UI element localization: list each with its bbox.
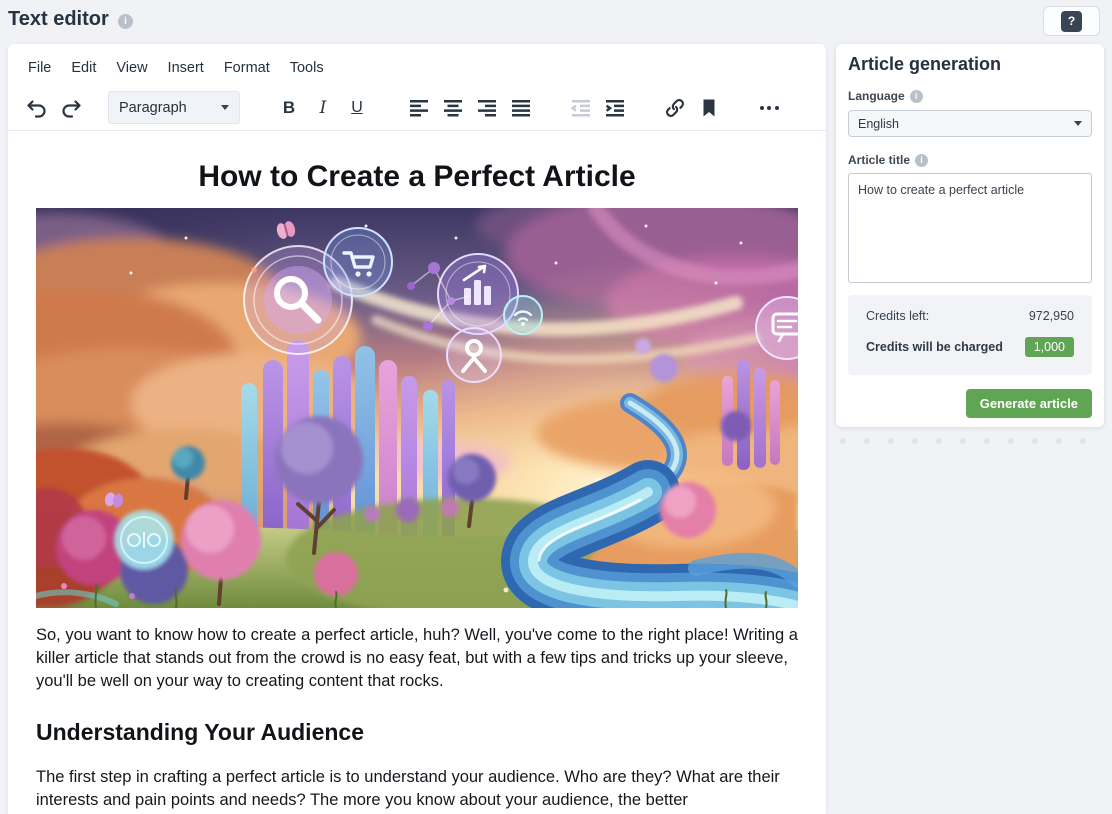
top-bar: Text editor i ? [0,0,1112,44]
underline-button[interactable]: U [340,91,374,125]
undo-button[interactable] [20,91,54,125]
menu-view[interactable]: View [106,56,157,80]
language-select[interactable]: English [848,110,1092,137]
menu-edit[interactable]: Edit [61,56,106,80]
help-button[interactable]: ? [1043,6,1100,36]
menu-insert[interactable]: Insert [158,56,214,80]
hero-image[interactable] [36,208,798,608]
panel-title: Article generation [848,54,1001,75]
ellipsis-icon [760,106,779,110]
text-editor-panel: File Edit View Insert Format Tools Parag… [8,44,826,814]
credits-charged-row: Credits will be charged 1,000 [866,337,1074,357]
document-content[interactable]: How to Create a Perfect Article [8,131,826,812]
indent-icon [603,96,627,120]
italic-button[interactable]: I [306,91,340,125]
info-icon[interactable]: i [910,90,923,103]
indent-button[interactable] [598,91,632,125]
block-format-value: Paragraph [119,100,187,116]
credits-box: Credits left: 972,950 Credits will be ch… [848,295,1092,375]
undo-arrow-icon [25,96,49,120]
align-left-button[interactable] [402,91,436,125]
align-left-icon [407,96,431,120]
chevron-down-icon [1074,121,1082,126]
language-value: English [858,117,899,131]
align-right-icon [475,96,499,120]
document-paragraph-audience[interactable]: The first step in crafting a perfect art… [36,766,798,812]
page-title: Text editor [8,8,109,31]
document-paragraph-intro[interactable]: So, you want to know how to create a per… [36,624,798,692]
menu-file[interactable]: File [18,56,61,80]
justify-icon [509,96,533,120]
document-heading-audience[interactable]: Understanding Your Audience [36,719,798,746]
align-center-icon [441,96,465,120]
justify-button[interactable] [504,91,538,125]
chevron-down-icon [221,105,229,110]
background-dot-pattern [838,436,1102,446]
credits-charged-label: Credits will be charged [866,340,1003,354]
editor-toolbar: Paragraph B I U [8,85,826,131]
menu-tools[interactable]: Tools [280,56,334,80]
redo-button[interactable] [54,91,88,125]
bookmark-button[interactable] [692,91,726,125]
credits-left-row: Credits left: 972,950 [866,309,1074,323]
info-icon[interactable]: i [915,154,928,167]
outdent-button[interactable] [564,91,598,125]
block-format-select[interactable]: Paragraph [108,91,240,124]
link-chain-icon [663,96,687,120]
redo-arrow-icon [59,96,83,120]
language-label: Language i [848,89,923,103]
credits-left-value: 972,950 [1029,309,1074,323]
link-button[interactable] [658,91,692,125]
info-icon[interactable]: i [118,14,133,29]
credits-charged-badge: 1,000 [1025,337,1074,357]
article-title-input[interactable]: How to create a perfect article [848,173,1092,283]
more-options-button[interactable] [752,91,786,125]
generate-article-button[interactable]: Generate article [966,389,1092,418]
editor-menubar: File Edit View Insert Format Tools [8,50,826,85]
article-generation-panel: Article generation Language i English Ar… [836,44,1104,427]
bookmark-icon [697,96,721,120]
question-mark-icon: ? [1061,11,1082,32]
credits-left-label: Credits left: [866,309,929,323]
outdent-icon [569,96,593,120]
align-right-button[interactable] [470,91,504,125]
bold-button[interactable]: B [272,91,306,125]
align-center-button[interactable] [436,91,470,125]
document-title[interactable]: How to Create a Perfect Article [36,157,798,196]
article-title-label: Article title i [848,153,928,167]
menu-format[interactable]: Format [214,56,280,80]
